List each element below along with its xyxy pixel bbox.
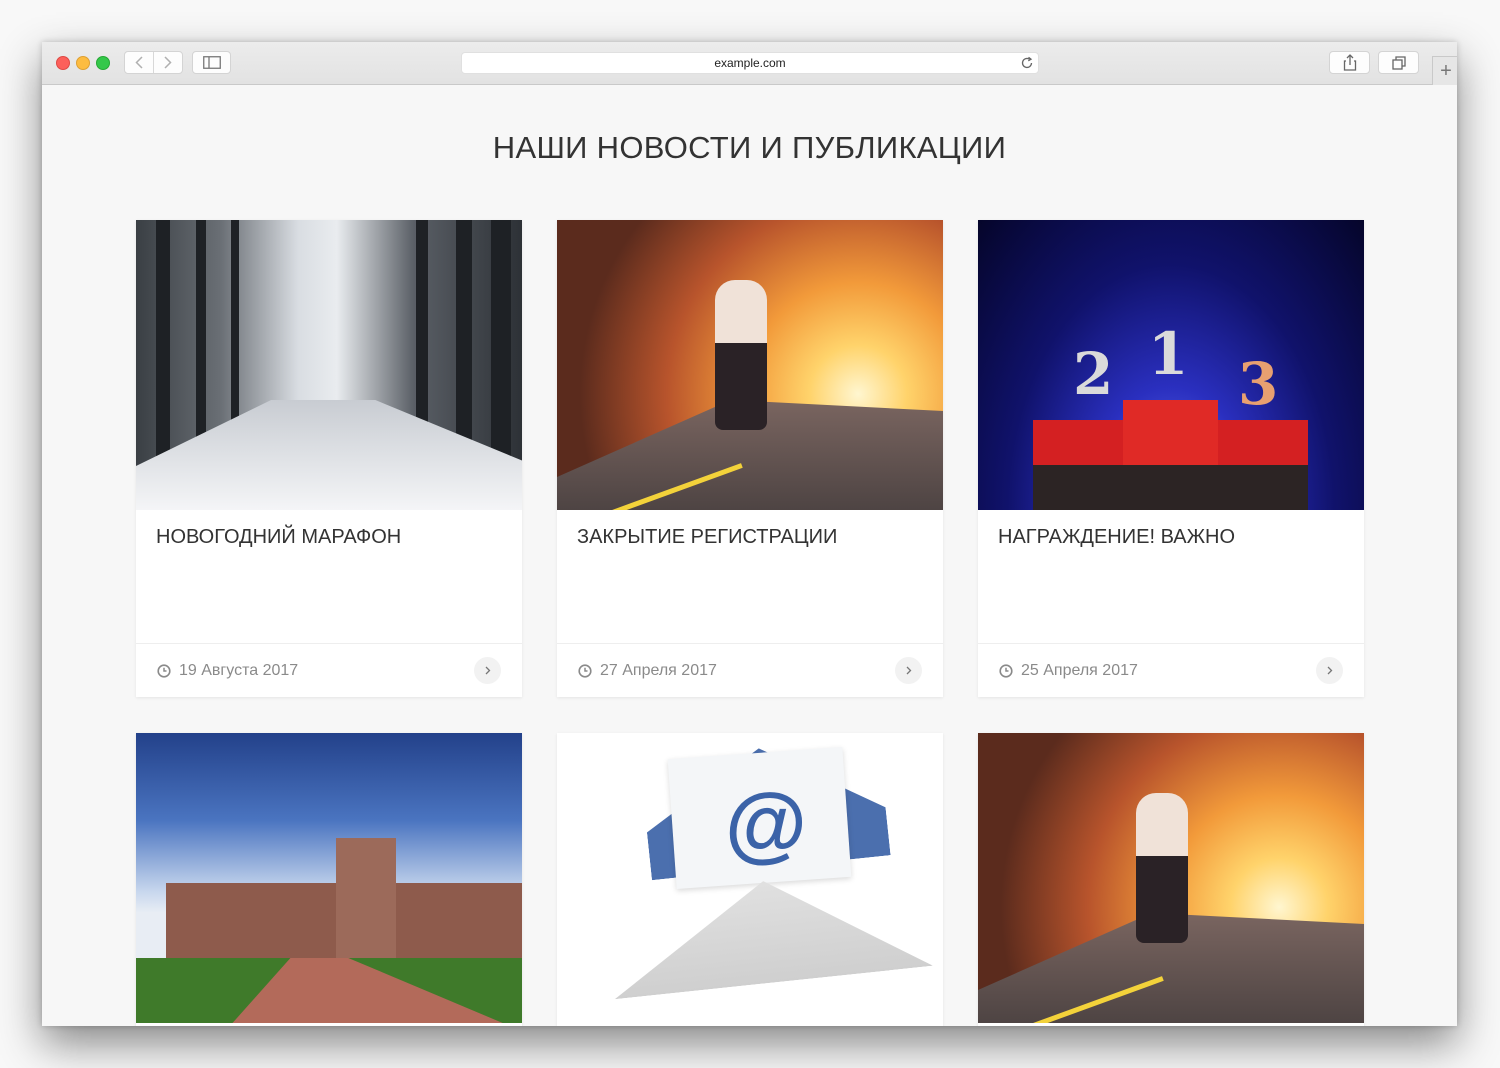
sidebar-toggle-button[interactable] xyxy=(192,51,231,74)
news-card-image[interactable] xyxy=(136,733,522,1023)
news-card-image[interactable]: @ xyxy=(557,733,943,1023)
podium-second-label: 2 xyxy=(1073,340,1114,408)
share-icon xyxy=(1343,54,1356,71)
browser-window: example.com + НАШИ НОВОСТИ И ПУБЛИКАЦИИ xyxy=(42,42,1457,1026)
news-card-date: 25 Апреля 2017 xyxy=(1021,662,1138,679)
news-card-image[interactable]: 2 1 3 xyxy=(978,220,1364,510)
page-content: НАШИ НОВОСТИ И ПУБЛИКАЦИИ НОВОГОДНИЙ МАР… xyxy=(42,85,1457,1026)
tabs-icon xyxy=(1391,55,1406,70)
clock-icon xyxy=(157,664,171,678)
forward-button[interactable] xyxy=(153,52,182,73)
chevron-left-icon xyxy=(135,56,143,69)
close-window-button[interactable] xyxy=(56,56,70,70)
plus-icon: + xyxy=(1440,59,1452,82)
news-card-footer: 25 Апреля 2017 xyxy=(978,643,1364,697)
chevron-right-icon xyxy=(906,666,911,675)
news-card-image[interactable] xyxy=(136,220,522,510)
at-symbol: @ xyxy=(725,776,807,870)
new-tab-button[interactable]: + xyxy=(1432,56,1457,85)
news-card-date: 27 Апреля 2017 xyxy=(600,662,717,679)
chevron-right-icon xyxy=(1327,666,1332,675)
news-card-footer: 19 Августа 2017 xyxy=(136,643,522,697)
history-nav xyxy=(124,51,183,74)
news-card-title[interactable]: НОВОГОДНИЙ МАРАФОН xyxy=(156,526,401,549)
news-card[interactable]: ЗАКРЫТИЕ РЕГИСТРАЦИИ 27 Апреля 2017 xyxy=(557,220,943,697)
read-more-button[interactable] xyxy=(895,657,922,684)
show-tabs-button[interactable] xyxy=(1378,51,1419,74)
news-card-image[interactable] xyxy=(557,220,943,510)
news-card[interactable] xyxy=(136,733,522,1026)
news-card[interactable]: НОВОГОДНИЙ МАРАФОН 19 Августа 2017 xyxy=(136,220,522,697)
news-card-date: 19 Августа 2017 xyxy=(179,662,299,679)
news-card[interactable] xyxy=(978,733,1364,1026)
news-card-footer: 27 Апреля 2017 xyxy=(557,643,943,697)
news-card-image[interactable] xyxy=(978,733,1364,1023)
podium-first-label: 1 xyxy=(1148,320,1189,388)
reload-icon[interactable] xyxy=(1020,56,1034,70)
share-button[interactable] xyxy=(1329,51,1370,74)
minimize-window-button[interactable] xyxy=(76,56,90,70)
browser-toolbar: example.com + xyxy=(42,42,1457,85)
page-title: НАШИ НОВОСТИ И ПУБЛИКАЦИИ xyxy=(492,130,1007,165)
url-text: example.com xyxy=(714,56,786,70)
back-button[interactable] xyxy=(125,52,153,73)
maximize-window-button[interactable] xyxy=(96,56,110,70)
read-more-button[interactable] xyxy=(474,657,501,684)
clock-icon xyxy=(999,664,1013,678)
clock-icon xyxy=(578,664,592,678)
podium-third-label: 3 xyxy=(1238,350,1279,418)
read-more-button[interactable] xyxy=(1316,657,1343,684)
address-bar[interactable]: example.com xyxy=(461,52,1039,74)
sidebar-icon xyxy=(202,56,221,69)
news-card-title[interactable]: ЗАКРЫТИЕ РЕГИСТРАЦИИ xyxy=(577,526,837,549)
news-card[interactable]: 2 1 3 НАГРАЖДЕНИЕ! ВАЖНО 25 Апреля 2017 xyxy=(978,220,1364,697)
chevron-right-icon xyxy=(164,56,172,69)
news-card-title[interactable]: НАГРАЖДЕНИЕ! ВАЖНО xyxy=(998,526,1235,549)
chevron-right-icon xyxy=(485,666,490,675)
news-card[interactable]: @ xyxy=(557,733,943,1026)
